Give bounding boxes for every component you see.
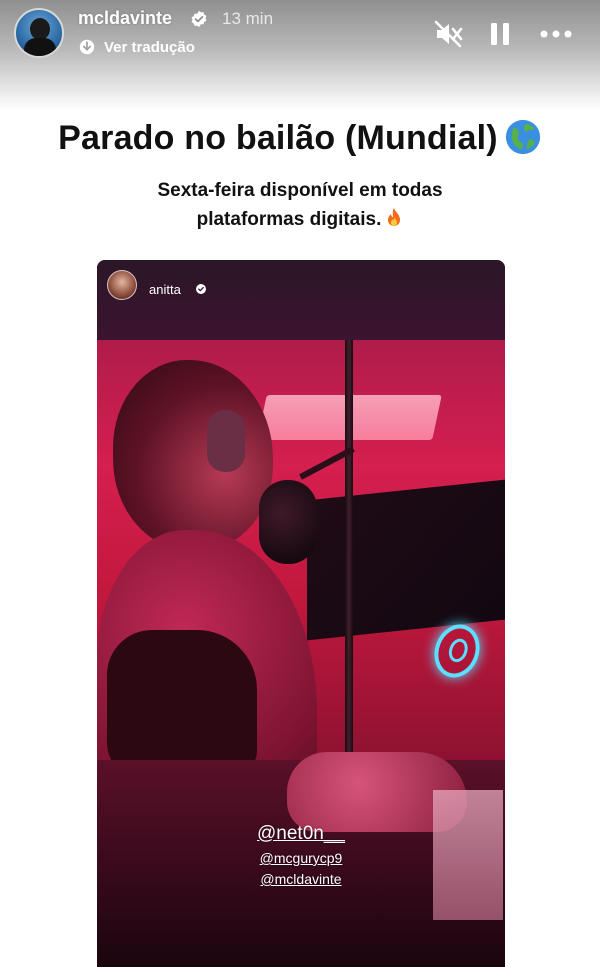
acoustic-panel: [307, 479, 505, 641]
mention-mcldavinte[interactable]: @mcldavinte: [260, 869, 341, 890]
story-header: mcldavinte 13 min Ver tradução: [0, 0, 600, 110]
username[interactable]: mcldavinte: [78, 8, 172, 29]
pause-icon[interactable]: [488, 18, 512, 50]
mention-stickers: @net0n__ @mcgurycp9 @mcldavinte: [97, 822, 505, 890]
singer-top: [107, 630, 257, 780]
singer-head: [113, 360, 273, 550]
story-title: Parado no bailão (Mundial): [0, 118, 600, 158]
mute-icon[interactable]: [432, 18, 464, 50]
post-time: 13 min: [222, 9, 274, 28]
verified-badge-icon: [196, 284, 206, 294]
subtitle-line-1: Sexta-feira disponível em todas: [157, 180, 443, 201]
reshared-avatar[interactable]: [107, 270, 137, 300]
fire-emoji-icon: [388, 208, 401, 226]
reshared-story-card[interactable]: anitta @net0n__ @mcgurycp9 @mcldavinte: [97, 260, 505, 967]
story-title-text: Parado no bailão (Mundial): [58, 119, 498, 157]
mention-net0n[interactable]: @net0n__: [257, 822, 345, 846]
microphone: [259, 480, 317, 564]
subtitle-line-2: plataformas digitais.: [0, 205, 600, 234]
translate-button[interactable]: Ver tradução: [78, 37, 195, 57]
translate-label: Ver tradução: [104, 38, 195, 56]
subtitle-line-2-text: plataformas digitais.: [196, 209, 382, 230]
reshared-header: [97, 260, 505, 340]
verified-badge-icon: [191, 10, 207, 28]
profile-avatar[interactable]: [14, 8, 64, 58]
globe-emoji-icon: [505, 119, 540, 155]
more-icon[interactable]: [538, 18, 574, 50]
headphones: [207, 410, 245, 472]
translate-icon: [79, 39, 95, 55]
mention-mcgurycp9[interactable]: @mcgurycp9: [260, 848, 343, 869]
reshared-username[interactable]: anitta: [149, 282, 181, 297]
story-subtitle: Sexta-feira disponível em todas platafor…: [0, 176, 600, 234]
